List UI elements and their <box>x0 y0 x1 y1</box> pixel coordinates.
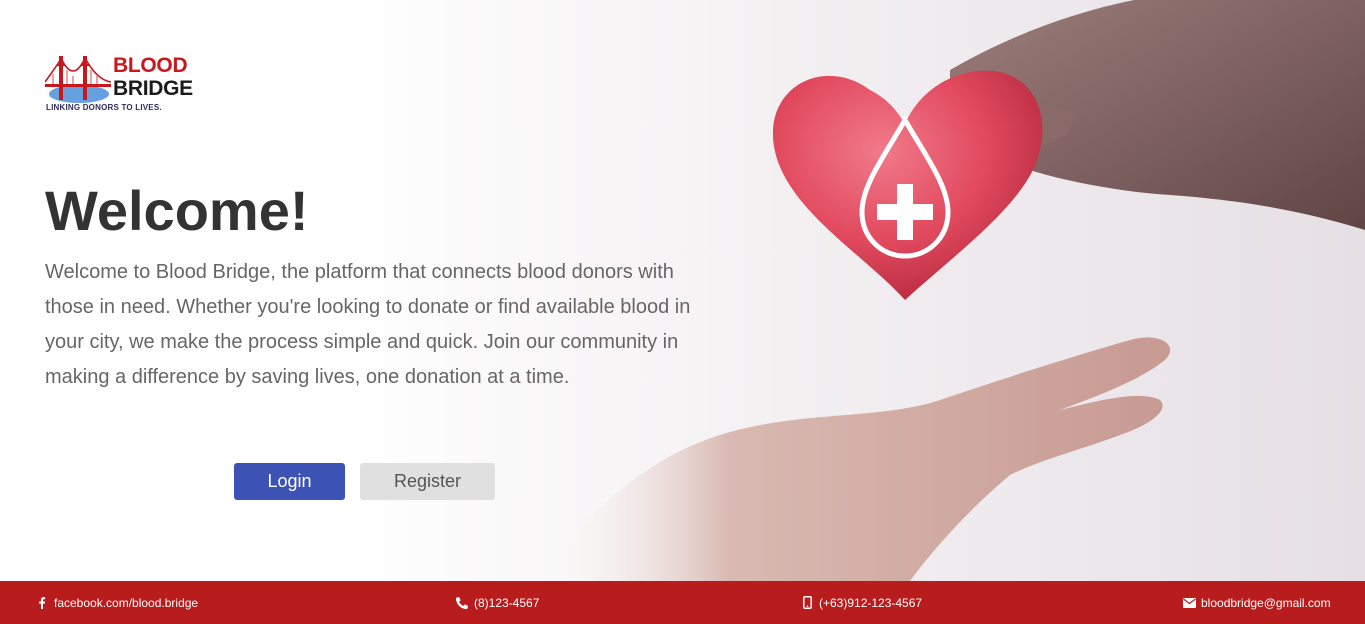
logo-word-blood: BLOOD <box>113 54 188 77</box>
page-title: Welcome! <box>45 179 309 242</box>
footer-email[interactable]: bloodbridge@gmail.com <box>1182 581 1331 624</box>
phone-icon <box>455 596 469 610</box>
footer-phone[interactable]: (8)123-4567 <box>455 581 539 624</box>
facebook-icon <box>35 596 49 610</box>
logo-word-bridge: BRIDGE <box>113 77 193 100</box>
mobile-icon <box>800 596 814 610</box>
welcome-page: BLOOD BRIDGE LINKING DONORS TO LIVES. We… <box>0 0 1365 624</box>
login-button[interactable]: Login <box>234 463 345 500</box>
logo-tagline: LINKING DONORS TO LIVES. <box>46 103 162 112</box>
envelope-icon <box>1182 596 1196 610</box>
footer-bar: facebook.com/blood.bridge (8)123-4567 (+… <box>0 581 1365 624</box>
footer-facebook[interactable]: facebook.com/blood.bridge <box>35 581 198 624</box>
footer-mobile[interactable]: (+63)912-123-4567 <box>800 581 922 624</box>
brand-logo[interactable]: BLOOD BRIDGE LINKING DONORS TO LIVES. <box>45 52 205 116</box>
facebook-link[interactable]: facebook.com/blood.bridge <box>54 596 198 610</box>
register-button[interactable]: Register <box>360 463 495 500</box>
welcome-description: Welcome to Blood Bridge, the platform th… <box>45 261 691 388</box>
bridge-icon <box>45 56 111 103</box>
mobile-number[interactable]: (+63)912-123-4567 <box>819 596 922 610</box>
email-address[interactable]: bloodbridge@gmail.com <box>1201 596 1331 610</box>
phone-number[interactable]: (8)123-4567 <box>474 596 539 610</box>
